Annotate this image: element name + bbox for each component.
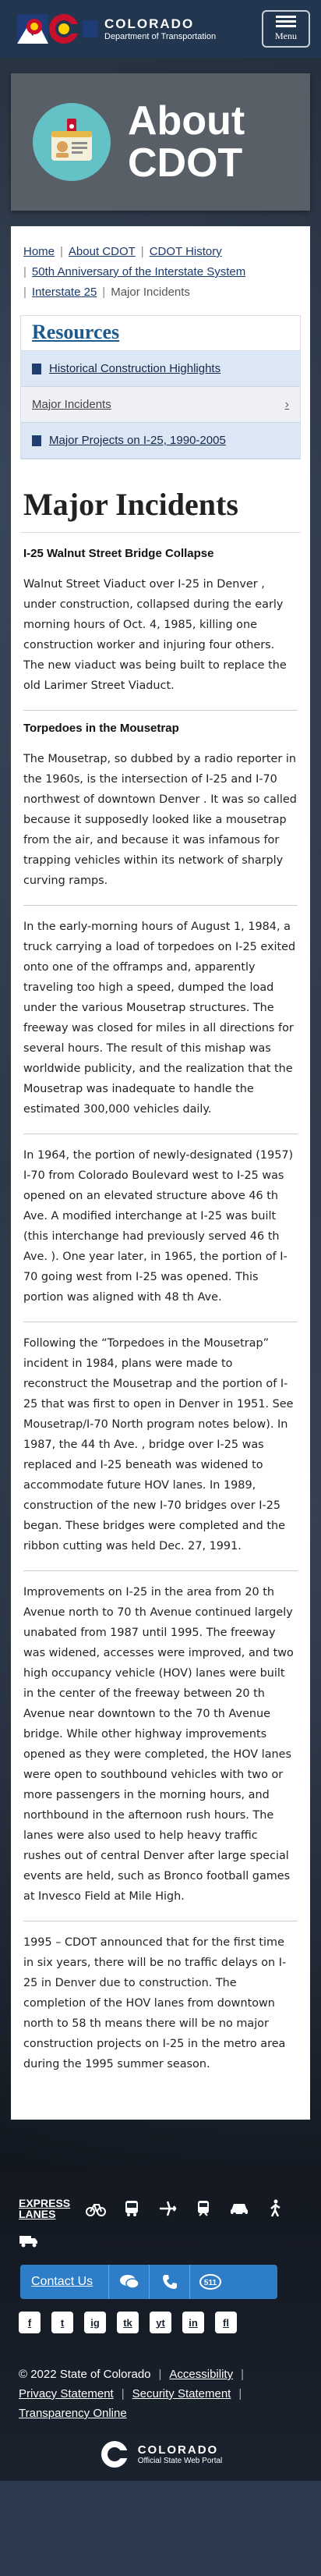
truck-icon[interactable] bbox=[19, 2232, 39, 2251]
tiktok-icon[interactable]: tk bbox=[117, 2312, 139, 2333]
breadcrumb-current: Major Incidents bbox=[111, 286, 190, 299]
divider bbox=[23, 1570, 298, 1571]
cdot-logo[interactable]: COLORADO Department of Transportation bbox=[17, 11, 216, 47]
instagram-icon[interactable]: ig bbox=[84, 2312, 106, 2333]
car-icon[interactable] bbox=[229, 2199, 249, 2218]
paragraph-walnut-street: Walnut Street Viaduct over I-25 in Denve… bbox=[23, 578, 287, 692]
hamburger-icon bbox=[276, 16, 296, 27]
site-footer: EXPRESS LANES Contact Us 511 f t ig tk y… bbox=[0, 2166, 321, 2481]
transport-modes: EXPRESS LANES bbox=[19, 2198, 302, 2219]
bicycle-icon[interactable] bbox=[86, 2199, 107, 2218]
chat-icon[interactable] bbox=[108, 2265, 149, 2299]
portal-logo-subtitle: Official State Web Portal bbox=[137, 2457, 223, 2465]
security-statement-link[interactable]: Security Statement bbox=[132, 2387, 231, 2400]
svg-text:511: 511 bbox=[204, 2279, 217, 2287]
heading-torpedoes: Torpedoes in the Mousetrap bbox=[23, 722, 179, 735]
youtube-icon[interactable]: yt bbox=[150, 2312, 171, 2333]
privacy-statement-link[interactable]: Privacy Statement bbox=[19, 2387, 114, 2400]
legal-links: © 2022 State of Colorado | Accessibility | … bbox=[19, 2368, 244, 2420]
content-card: Home | About CDOT | CDOT History | 50th Annive… bbox=[11, 226, 310, 2120]
page-body: About CDOT Home | About CDOT | CDOT History | 5… bbox=[0, 58, 321, 2166]
accessibility-link[interactable]: Accessibility bbox=[169, 2368, 233, 2381]
contact-bar: Contact Us 511 bbox=[20, 2265, 277, 2299]
copyright-text: © 2022 State of Colorado bbox=[19, 2368, 151, 2381]
logo-department-text: Department of Transportation bbox=[104, 32, 217, 41]
paragraph-2: In the early-morning hours of August 1, … bbox=[23, 921, 296, 1116]
phone-icon[interactable] bbox=[149, 2265, 189, 2299]
colorado-portal-logo[interactable]: COLORADO Official State Web Portal bbox=[19, 2423, 302, 2481]
facebook-icon[interactable]: f bbox=[19, 2312, 41, 2333]
colorado-c-logo-icon bbox=[17, 14, 98, 44]
article-body: I-25 Walnut Street Bridge Collapse Walnu… bbox=[20, 547, 301, 2074]
flickr-icon[interactable]: fl bbox=[215, 2312, 237, 2333]
paragraph-6: 1995 – CDOT announced that for the first… bbox=[23, 1936, 287, 2070]
document-icon bbox=[32, 363, 41, 374]
page-title: Major Incidents bbox=[20, 483, 301, 533]
hero-title: About CDOT bbox=[128, 98, 245, 186]
logo-state-text: COLORADO bbox=[104, 16, 195, 31]
breadcrumb: Home | About CDOT | CDOT History | 50th Annive… bbox=[23, 245, 246, 299]
contact-us-link[interactable]: Contact Us bbox=[20, 2275, 108, 2289]
divider bbox=[23, 710, 298, 711]
heading-walnut-street: I-25 Walnut Street Bridge Collapse bbox=[23, 547, 214, 560]
train-icon[interactable] bbox=[193, 2199, 213, 2218]
resource-link-major-projects[interactable]: Major Projects on I-25, 1990-2005 bbox=[21, 423, 300, 459]
resource-link-major-incidents[interactable]: Major Incidents › bbox=[21, 387, 300, 423]
twitter-icon[interactable]: t bbox=[51, 2312, 73, 2333]
resource-link-historical-construction[interactable]: Historical Construction Highlights bbox=[21, 351, 300, 387]
resources-panel: Resources Historical Construction Highli… bbox=[20, 315, 301, 459]
linkedin-icon[interactable]: in bbox=[182, 2312, 204, 2333]
menu-button[interactable]: Menu bbox=[262, 10, 310, 48]
breadcrumb-home[interactable]: Home bbox=[23, 245, 55, 258]
pedestrian-icon[interactable] bbox=[265, 2199, 285, 2218]
bus-icon[interactable] bbox=[122, 2199, 142, 2218]
breadcrumb-cdot-history[interactable]: CDOT History bbox=[150, 245, 222, 258]
express-lanes-link[interactable]: EXPRESS LANES bbox=[19, 2198, 70, 2219]
social-links: f t ig tk yt in fl bbox=[19, 2312, 302, 2333]
breadcrumb-interstate-25[interactable]: Interstate 25 bbox=[32, 286, 97, 299]
hero-banner: About CDOT bbox=[11, 73, 310, 211]
site-header: COLORADO Department of Transportation Me… bbox=[0, 0, 321, 58]
chevron-right-icon: › bbox=[284, 397, 289, 411]
paragraph-5: Improvements on I-25 in the area from 20… bbox=[23, 1586, 294, 1903]
five-one-one-icon[interactable]: 511 bbox=[189, 2265, 230, 2299]
colorado-c-icon bbox=[101, 2441, 129, 2468]
menu-button-label: Menu bbox=[275, 30, 297, 41]
paragraph-1: The Mousetrap, so dubbed by a radio repo… bbox=[23, 753, 297, 887]
paragraph-3: In 1964, the portion of newly-designated… bbox=[23, 1149, 294, 1304]
id-badge-icon bbox=[33, 103, 111, 181]
resources-heading[interactable]: Resources bbox=[32, 321, 289, 344]
airplane-icon[interactable] bbox=[157, 2199, 178, 2218]
breadcrumb-about-cdot[interactable]: About CDOT bbox=[69, 245, 136, 258]
transparency-online-link[interactable]: Transparency Online bbox=[19, 2407, 127, 2420]
paragraph-4: Following the “Torpedoes in the Mousetra… bbox=[23, 1337, 294, 1552]
divider bbox=[23, 905, 298, 906]
document-icon bbox=[32, 435, 41, 446]
breadcrumb-50th-anniversary[interactable]: 50th Anniversary of the Interstate Syste… bbox=[32, 265, 245, 279]
portal-logo-state: COLORADO bbox=[137, 2443, 219, 2457]
